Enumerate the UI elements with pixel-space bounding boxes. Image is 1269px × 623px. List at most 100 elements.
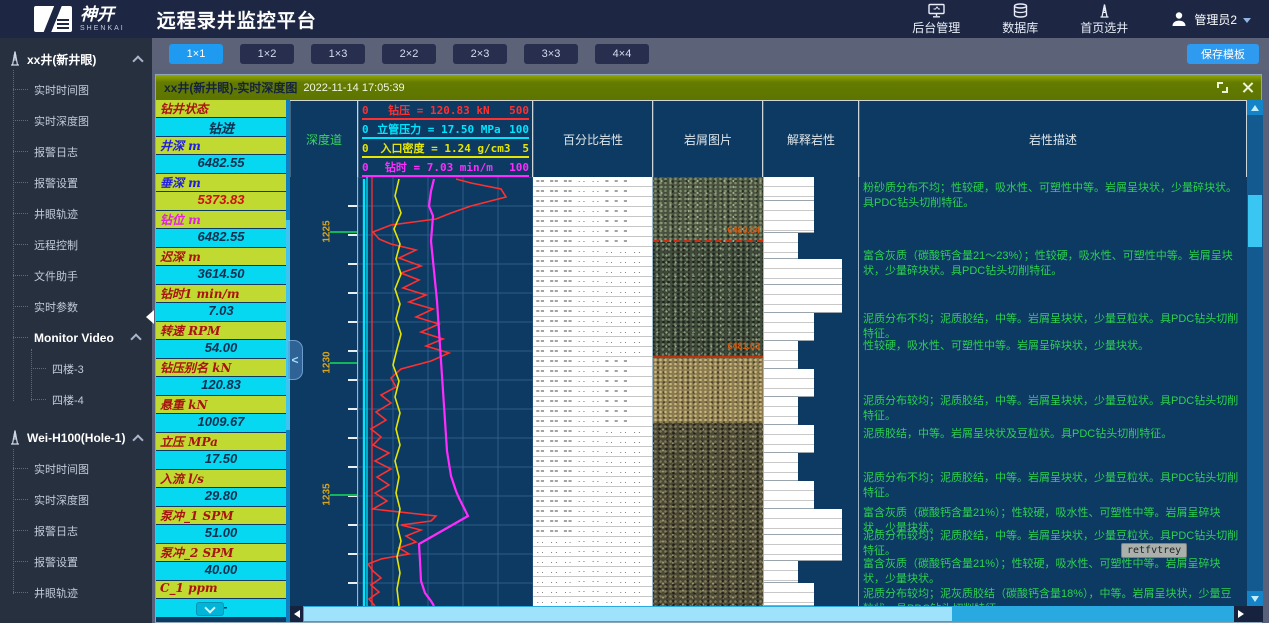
sidebar-item[interactable]: 实时深度图 xyxy=(0,484,152,515)
layout-tab-1×2[interactable]: 1×2 xyxy=(240,44,294,64)
percent-lithology-row: == == == -- -- = = = xyxy=(533,217,652,227)
layout-tab-2×2[interactable]: 2×2 xyxy=(382,44,436,64)
sidebar-item[interactable]: 四楼-3 xyxy=(18,353,152,384)
column-header-depth: 深度道 xyxy=(290,101,358,178)
close-icon[interactable] xyxy=(1242,82,1253,93)
percent-lithology-row: == == == -- -- .. .. .. xyxy=(533,517,652,527)
param-value: 7.03 xyxy=(156,303,286,321)
scroll-right-button[interactable] xyxy=(1234,606,1247,622)
sidebar-well[interactable]: Wei-H100(Hole-1) xyxy=(0,423,152,453)
interpreted-lithology-block xyxy=(764,425,814,453)
chart-header: 深度道 0钻压 = 120.83 kN5000立管压力 = 17.50 MPa1… xyxy=(290,100,1247,178)
param-label: 泵冲_1 SPM xyxy=(156,507,286,525)
curve-scale-min: 0 xyxy=(362,122,369,137)
percent-lithology-row: == == == -- -- = = = xyxy=(533,227,652,237)
sidebar-item[interactable]: 井眼轨迹 xyxy=(0,198,152,229)
well-name: xx井(新井眼) xyxy=(27,51,96,68)
percent-lithology-row: == == == -- -- .. .. .. xyxy=(533,497,652,507)
layout-tab-3×3[interactable]: 3×3 xyxy=(524,44,578,64)
param-label: 迟深 m xyxy=(156,248,286,266)
layout-tab-4×4[interactable]: 4×4 xyxy=(595,44,649,64)
interpreted-lithology-block xyxy=(764,313,814,341)
sidebar-item[interactable]: 四楼-4 xyxy=(18,384,152,415)
layout-tab-1×3[interactable]: 1×3 xyxy=(311,44,365,64)
parameter: 钻时1 min/m7.03 xyxy=(156,285,286,322)
curve-入口密度 xyxy=(393,179,401,606)
percent-lithology-row: == == == -- -- = = = xyxy=(533,177,652,187)
lithology-description: 泥质胶结，中等。岩屑呈块状及豆粒状。具PDC钻头切削特征。 xyxy=(863,427,1239,442)
percent-lithology-row: == == == -- -- .. .. .. xyxy=(533,287,652,297)
param-value: 54.00 xyxy=(156,340,286,358)
save-template-button[interactable]: 保存模板 xyxy=(1187,44,1259,64)
sidebar-item[interactable]: 实时时间图 xyxy=(0,74,152,105)
sidebar-item[interactable]: 报警日志 xyxy=(0,136,152,167)
interpreted-lithology-block xyxy=(764,397,798,425)
horizontal-scrollbar[interactable] xyxy=(290,606,1247,622)
percent-lithology-row: == == == -- -- = = = xyxy=(533,207,652,217)
scroll-down-button[interactable] xyxy=(1247,591,1263,606)
layout-tab-1×1[interactable]: 1×1 xyxy=(169,44,223,64)
sidebar-group[interactable]: Monitor Video xyxy=(0,322,152,353)
percent-lithology-row: == == == -- -- = = = xyxy=(533,357,652,367)
user-avatar-icon xyxy=(1170,10,1188,28)
param-value: 6482.55 xyxy=(156,155,286,173)
parameter: 井深 m6482.55 xyxy=(156,137,286,174)
sidebar-item[interactable]: 报警设置 xyxy=(0,167,152,198)
percent-lithology-row: .. .. .. -- -- .. .. .. xyxy=(533,557,652,567)
sidebar-item[interactable]: 井眼轨迹 xyxy=(0,577,152,608)
vertical-scrollbar[interactable] xyxy=(1247,100,1263,606)
parameter: 钻位 m6482.55 xyxy=(156,211,286,248)
depth-label: 1230 xyxy=(322,348,333,378)
interpreted-lithology-block xyxy=(764,369,814,397)
brand-name-en: SHENKAI xyxy=(80,25,125,32)
vertical-scroll-thumb[interactable] xyxy=(1248,195,1262,247)
sidebar-item[interactable]: 报警日志 xyxy=(0,515,152,546)
chart-body: 122512301235 == == == -- -- = = === == =… xyxy=(290,177,1247,606)
scroll-up-button[interactable] xyxy=(1247,100,1263,115)
sidebar-item[interactable]: 实时时间图 xyxy=(0,453,152,484)
depth-tick xyxy=(348,408,357,410)
sidebar-item[interactable]: 远程控制 xyxy=(0,229,152,260)
derrick-icon xyxy=(8,429,27,448)
sidebar-item[interactable]: 报警设置 xyxy=(0,546,152,577)
nav-backend-management[interactable]: 后台管理 xyxy=(912,3,960,36)
user-menu[interactable]: 管理员2 xyxy=(1170,10,1251,28)
scroll-left-button[interactable] xyxy=(290,606,303,622)
lithology-description: 富含灰质（碳酸钙含量21～23%）；性较硬，吸水性、可塑性中等。岩屑呈块状，少量… xyxy=(863,249,1239,279)
curve-scale-min: 0 xyxy=(362,141,369,156)
percent-lithology-row: == == == -- -- = = = xyxy=(533,407,652,417)
tree-spacer xyxy=(0,415,152,423)
percent-lithology-row: == == == -- -- .. .. .. xyxy=(533,527,652,537)
interpreted-lithology-block xyxy=(764,259,842,285)
chevron-up-icon xyxy=(130,333,141,344)
sidebar-collapse-handle[interactable] xyxy=(146,310,154,324)
percent-lithology-row: == == == -- -- .. .. .. xyxy=(533,437,652,447)
console-icon xyxy=(928,3,945,18)
param-dropdown-button[interactable] xyxy=(196,602,224,616)
nav-home-well-select[interactable]: 首页选井 xyxy=(1080,3,1128,36)
nav-item-label: 后台管理 xyxy=(912,19,960,36)
depth-tick xyxy=(348,321,357,323)
sidebar-item[interactable]: 文件助手 xyxy=(0,260,152,291)
curve-legend-row: 0立管压力 = 17.50 MPa100 xyxy=(362,120,529,139)
percent-lithology-row: .. .. .. -- -- .. .. .. xyxy=(533,547,652,557)
interpreted-lithology-block xyxy=(764,233,798,259)
percent-lithology-row: == == == -- -- .. .. .. xyxy=(533,247,652,257)
parameter: 悬重 kN1009.67 xyxy=(156,396,286,433)
interpreted-lithology-block xyxy=(764,453,798,481)
parameter: 泵冲_1 SPM51.00 xyxy=(156,507,286,544)
layout-tab-2×3[interactable]: 2×3 xyxy=(453,44,507,64)
percent-lithology-row: == == == -- -- .. .. .. xyxy=(533,297,652,307)
param-value: --- xyxy=(156,599,286,617)
sidebar-item[interactable]: 实时深度图 xyxy=(0,105,152,136)
sidebar-well[interactable]: xx井(新井眼) xyxy=(0,44,152,74)
parameter: 泵冲_2 SPM40.00 xyxy=(156,544,286,581)
chart-collapse-handle[interactable]: < xyxy=(288,340,303,380)
sidebar-item[interactable]: 实时参数 xyxy=(0,291,152,322)
well-tree-sidebar: xx井(新井眼)实时时间图实时深度图报警日志报警设置井眼轨迹远程控制文件助手实时… xyxy=(0,38,152,623)
curve-scale-max: 500 xyxy=(509,103,529,118)
maximize-icon[interactable] xyxy=(1217,82,1228,93)
curve-钻压 xyxy=(368,179,506,606)
horizontal-scroll-thumb[interactable] xyxy=(304,607,952,621)
nav-database[interactable]: 数据库 xyxy=(1002,3,1038,36)
